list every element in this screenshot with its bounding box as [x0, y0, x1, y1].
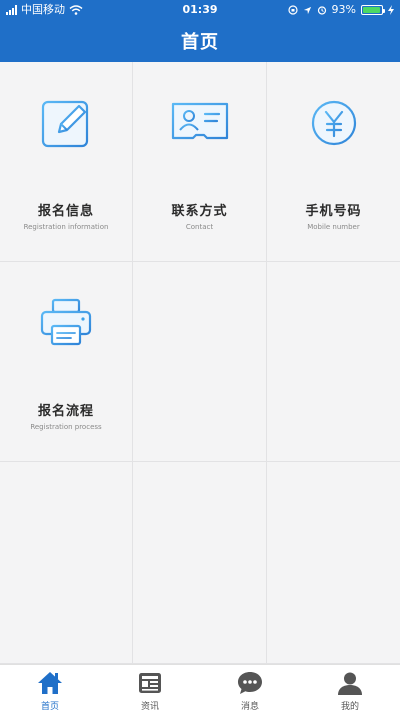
- tab-label: 我的: [340, 702, 359, 711]
- printer-icon: [33, 290, 99, 356]
- battery-icon: [361, 5, 385, 15]
- grid-empty-cell: [267, 462, 400, 664]
- status-right: 93%: [287, 0, 394, 20]
- message-icon: [238, 672, 262, 694]
- grid-item-label: 手机号码: [305, 204, 362, 219]
- tab-label: 消息: [240, 702, 259, 711]
- user-icon: [338, 672, 362, 695]
- tab-profile[interactable]: 我的: [300, 665, 400, 711]
- grid-item-sublabel: Registration process: [30, 423, 102, 431]
- grid-item-registration-info[interactable]: 报名信息 Registration information: [0, 62, 133, 262]
- tab-label: 首页: [40, 702, 59, 711]
- page-title: 首页: [181, 32, 219, 53]
- grid-empty-cell: [133, 462, 267, 664]
- menu-grid: 报名信息 Registration information 联系方式 Conta…: [0, 62, 400, 664]
- grid-item-label: 报名信息: [37, 204, 94, 219]
- grid-empty-cell: [133, 262, 267, 462]
- orientation-lock-icon: [287, 5, 298, 15]
- alarm-icon: [317, 6, 326, 15]
- grid-item-sublabel: Mobile number: [307, 223, 360, 231]
- grid-item-mobile-number[interactable]: 手机号码 Mobile number: [267, 62, 400, 262]
- grid-item-sublabel: Contact: [185, 223, 214, 231]
- grid-item-label: 报名流程: [37, 404, 94, 419]
- grid-item-contact[interactable]: 联系方式 Contact: [133, 62, 267, 262]
- top-header: 中国移动 01:39 93% 首页: [0, 0, 400, 62]
- grid-empty-cell: [0, 462, 133, 664]
- battery-level: [363, 7, 380, 13]
- tab-label: 资讯: [140, 702, 159, 711]
- yen-coin-icon: [301, 90, 367, 156]
- tab-messages[interactable]: 消息: [200, 665, 300, 711]
- location-icon: [303, 6, 311, 14]
- grid-item-sublabel: Registration information: [23, 223, 109, 231]
- home-icon: [38, 672, 62, 694]
- grid-item-label: 联系方式: [171, 204, 228, 219]
- edit-icon: [33, 90, 99, 156]
- tab-news[interactable]: 资讯: [100, 665, 200, 711]
- battery-percent: 93%: [331, 3, 356, 16]
- news-icon: [139, 673, 161, 693]
- bottom-tab-bar: 首页 资讯 消息 我的: [0, 664, 400, 711]
- grid-empty-cell: [267, 262, 400, 462]
- grid-item-registration-process[interactable]: 报名流程 Registration process: [0, 262, 133, 462]
- status-bar: 中国移动 01:39 93%: [0, 0, 400, 20]
- contact-card-icon: [167, 90, 233, 156]
- charging-icon: [388, 5, 394, 15]
- tab-home[interactable]: 首页: [0, 665, 100, 711]
